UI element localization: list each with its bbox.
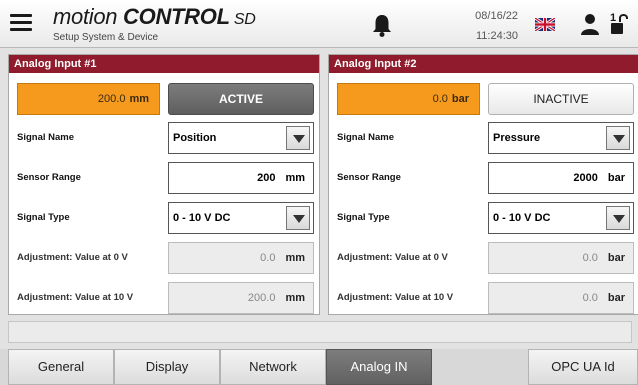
sensor-range-unit: bar [607,172,625,184]
current-value-display: 0.0 bar [337,83,480,115]
adjustment-0v-unit: mm [285,252,305,264]
signal-name-label: Signal Name [17,132,75,143]
panel-title: Analog Input #2 [329,55,638,73]
tab-analog-in[interactable]: Analog IN [326,349,432,385]
brand-part-1: motion [53,4,124,29]
sensor-range-input[interactable]: 2000 bar [488,162,634,194]
brand-part-3: SD [229,11,256,28]
signal-type-label: Signal Type [17,212,70,223]
sensor-range-input[interactable]: 200 mm [168,162,314,194]
adjustment-10v-unit: mm [285,292,305,304]
chevron-down-icon[interactable] [606,126,630,150]
sensor-range-label: Sensor Range [337,172,401,183]
adjustment-0v-input: 0.0 mm [168,242,314,274]
app-subtitle: Setup System & Device [53,32,159,43]
signal-name-label: Signal Name [337,132,395,143]
header-time: 11:24:30 [475,30,518,42]
tab-general[interactable]: General [8,349,114,385]
adjustment-0v-value: 0.0 [260,252,276,264]
adjustment-0v-value: 0.0 [582,252,598,264]
analog-input-1-panel: Analog Input #1 200.0 mm ACTIVE Signal Na… [8,54,320,315]
signal-type-value: 0 - 10 V DC [493,212,551,224]
adjustment-0v-input: 0.0 bar [488,242,634,274]
signal-name-value: Pressure [493,132,541,144]
current-value-display: 200.0 mm [17,83,160,115]
active-toggle-button[interactable]: ACTIVE [168,83,314,115]
signal-type-select[interactable]: 0 - 10 V DC [168,202,314,234]
header-date: 08/16/22 [475,10,518,22]
adjustment-10v-value: 200.0 [247,292,276,304]
current-value-unit: bar [451,93,469,105]
status-bar [8,321,632,343]
adjustment-10v-label: Adjustment: Value at 10 V [337,292,454,303]
menu-icon[interactable] [10,14,32,32]
signal-type-label: Signal Type [337,212,390,223]
brand-part-2: CONTROL [123,4,230,29]
adjustment-0v-label: Adjustment: Value at 0 V [17,252,128,263]
sensor-range-unit: mm [285,172,305,184]
user-icon[interactable] [580,13,600,35]
signal-type-select[interactable]: 0 - 10 V DC [488,202,634,234]
bell-icon[interactable] [372,13,392,37]
chevron-down-icon[interactable] [286,206,310,230]
adjustment-10v-label: Adjustment: Value at 10 V [17,292,134,303]
uk-flag-icon[interactable] [534,16,556,33]
analog-input-2-panel: Analog Input #2 0.0 bar INACTIVE Signal N… [328,54,638,315]
current-value: 0.0 [432,93,448,105]
tab-opc-ua-id[interactable]: OPC UA Id [528,349,638,385]
current-value-unit: mm [129,93,149,105]
signal-name-value: Position [173,132,217,144]
sensor-range-label: Sensor Range [17,172,81,183]
adjustment-0v-unit: bar [607,252,625,264]
sensor-range-value: 200 [257,172,276,184]
current-value: 200.0 [97,93,126,105]
signal-name-select[interactable]: Position [168,122,314,154]
signal-name-select[interactable]: Pressure [488,122,634,154]
access-level: 1 [610,12,616,24]
sensor-range-value: 2000 [573,172,598,184]
adjustment-10v-unit: bar [607,292,625,304]
signal-type-value: 0 - 10 V DC [173,212,231,224]
chevron-down-icon[interactable] [286,126,310,150]
chevron-down-icon[interactable] [606,206,630,230]
adjustment-10v-value: 0.0 [582,292,598,304]
adjustment-0v-label: Adjustment: Value at 0 V [337,252,448,263]
bottom-tab-bar: General Display Network Analog IN OPC UA… [0,349,638,385]
unlock-icon[interactable]: 1 [607,10,631,38]
inactive-toggle-button[interactable]: INACTIVE [488,83,634,115]
app-title: motion CONTROL SD [53,4,256,30]
panel-title: Analog Input #1 [9,55,319,73]
adjustment-10v-input: 200.0 mm [168,282,314,314]
tab-network[interactable]: Network [220,349,326,385]
tab-display[interactable]: Display [114,349,220,385]
app-header: motion CONTROL SD Setup System & Device … [0,0,638,48]
adjustment-10v-input: 0.0 bar [488,282,634,314]
